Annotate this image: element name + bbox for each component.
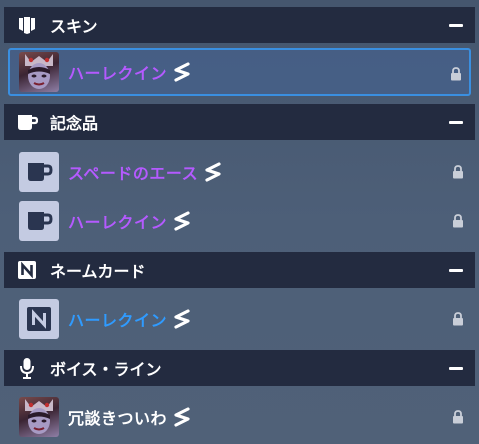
lock-icon [450, 66, 462, 81]
lock-icon [452, 213, 464, 228]
item-name: 冗談きついわ [68, 409, 168, 428]
hero-portrait-icon [19, 397, 59, 437]
item-name: スペードのエース [68, 164, 199, 183]
unlock-list-panel: スキン ハーレクイン 記念品 スペードのエース ハーレクイン ネームカード ハー… [0, 0, 479, 444]
namecard-icon [16, 259, 38, 281]
season-badge-icon [173, 406, 193, 428]
section-header-souvenirs[interactable]: 記念品 [4, 104, 475, 140]
season-badge-icon [173, 210, 193, 232]
mug-icon [16, 111, 38, 133]
collapse-icon[interactable] [449, 367, 463, 370]
section-title: 記念品 [50, 114, 99, 133]
skin-icon [16, 14, 38, 36]
list-item[interactable]: ハーレクイン [8, 197, 471, 245]
season-badge-icon [204, 161, 224, 183]
section-header-voicelines[interactable]: ボイス・ライン [4, 350, 475, 386]
collapse-icon[interactable] [449, 24, 463, 27]
collapse-icon[interactable] [449, 269, 463, 272]
lock-icon [452, 311, 464, 326]
section-title: ボイス・ライン [50, 360, 162, 379]
list-item[interactable]: スペードのエース [8, 148, 471, 196]
lock-icon [452, 164, 464, 179]
lock-icon [452, 409, 464, 424]
namecard-item-icon [19, 299, 59, 339]
section-title: ネームカード [50, 262, 146, 281]
list-item[interactable]: 冗談きついわ [8, 393, 471, 441]
microphone-icon [16, 357, 38, 379]
section-header-skins[interactable]: スキン [4, 7, 475, 43]
souvenir-mug-icon [19, 201, 59, 241]
season-badge-icon [173, 61, 193, 83]
collapse-icon[interactable] [449, 121, 463, 124]
item-name: ハーレクイン [68, 311, 168, 330]
list-item[interactable]: ハーレクイン [8, 295, 471, 343]
section-title: スキン [50, 17, 98, 36]
skin-portrait-icon [19, 52, 59, 92]
season-badge-icon [173, 308, 193, 330]
section-header-namecards[interactable]: ネームカード [4, 252, 475, 288]
item-name: ハーレクイン [68, 213, 168, 232]
list-item[interactable]: ハーレクイン [8, 48, 471, 96]
souvenir-mug-icon [19, 152, 59, 192]
item-name: ハーレクイン [68, 64, 168, 83]
